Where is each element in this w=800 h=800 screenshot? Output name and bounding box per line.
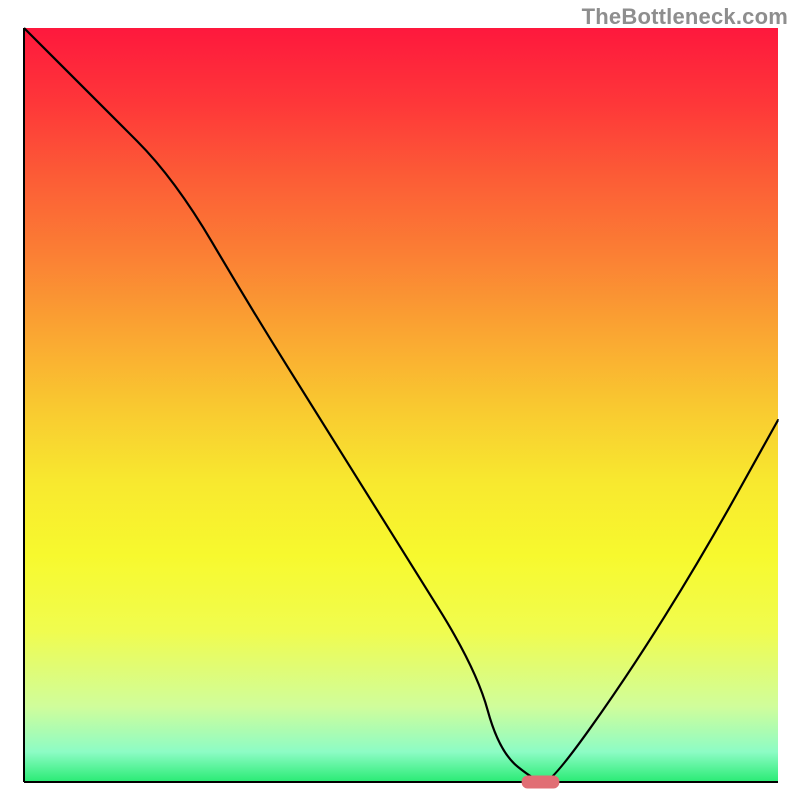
chart-container: TheBottleneck.com (0, 0, 800, 800)
bottleneck-chart (0, 0, 800, 800)
optimal-marker (522, 776, 560, 789)
watermark-text: TheBottleneck.com (582, 4, 788, 30)
